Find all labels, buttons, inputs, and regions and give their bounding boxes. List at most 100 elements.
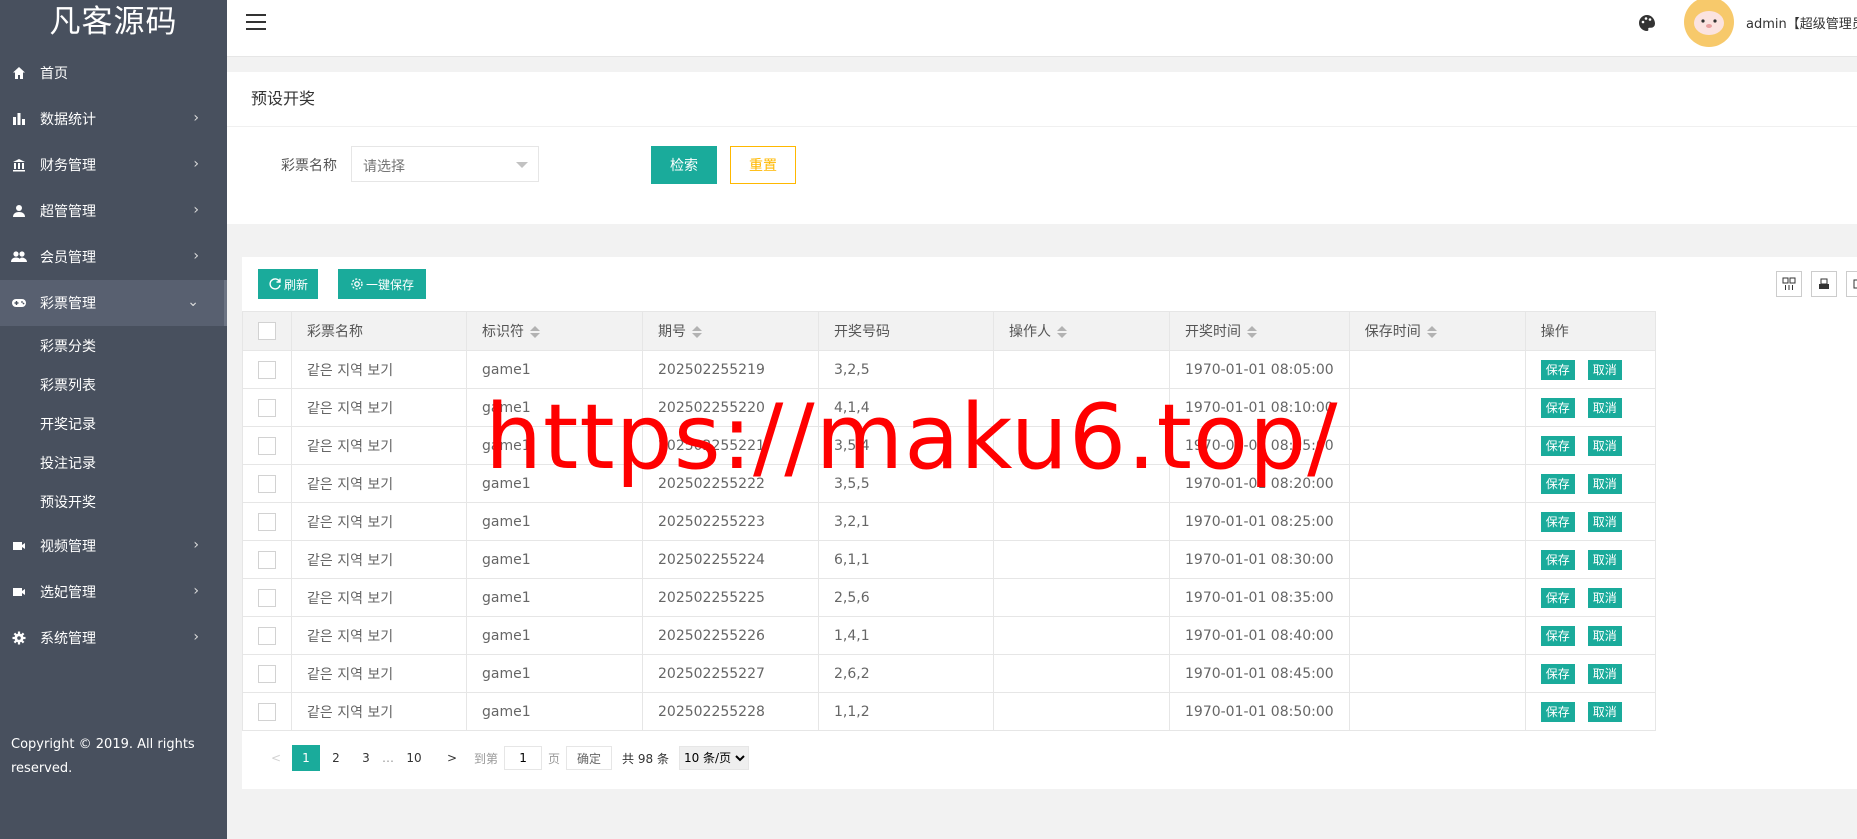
page-button-3[interactable]: 3	[352, 745, 380, 771]
row-checkbox[interactable]	[258, 436, 276, 455]
goto-label: 到第	[474, 751, 499, 766]
columns-filter-icon[interactable]	[1776, 271, 1802, 297]
sidebar-subitem-1[interactable]: 彩票列表	[0, 367, 227, 406]
page-button-last[interactable]: 10	[400, 745, 428, 771]
column-header-label: 操作	[1540, 324, 1569, 340]
cell-name: 같은 지역 보기	[291, 692, 467, 731]
users-icon	[10, 248, 28, 266]
column-header-operator[interactable]: 操作人	[993, 311, 1170, 351]
sidebar-item-0[interactable]: 首页	[0, 50, 227, 96]
row-save-button[interactable]: 保存	[1540, 625, 1575, 646]
sidebar-item-after-2[interactable]: 系统管理 ›	[0, 615, 227, 661]
row-checkbox[interactable]	[258, 626, 276, 645]
row-checkbox[interactable]	[258, 664, 276, 683]
sidebar-item-label: 数据统计	[40, 112, 96, 128]
sidebar-subitem-2[interactable]: 开奖记录	[0, 406, 227, 445]
sidebar-item-3[interactable]: 超管管理 ›	[0, 188, 227, 234]
row-select-cell	[242, 654, 292, 693]
cell-period: 202502255224	[642, 540, 819, 579]
column-header-save-time[interactable]: 保存时间	[1348, 311, 1526, 351]
row-cancel-button[interactable]: 取消	[1587, 359, 1622, 380]
avatar[interactable]	[1684, 0, 1734, 47]
sort-icon[interactable]	[692, 325, 702, 339]
goto-page-input[interactable]	[504, 746, 543, 770]
row-actions-cell: 保存 取消	[1524, 502, 1656, 541]
save-all-button[interactable]: 一键保存	[338, 269, 427, 299]
row-cancel-button[interactable]: 取消	[1587, 587, 1622, 608]
row-checkbox[interactable]	[258, 588, 276, 607]
row-save-button[interactable]: 保存	[1540, 397, 1575, 418]
search-button[interactable]: 检索	[651, 146, 717, 184]
search-panel: 预设开奖 彩票名称 请选择 检索 重置	[227, 72, 1857, 224]
column-header-period[interactable]: 期号	[642, 311, 819, 351]
row-cancel-button[interactable]: 取消	[1587, 701, 1622, 722]
next-page-button[interactable]: >	[438, 745, 466, 771]
row-save-button[interactable]: 保存	[1540, 359, 1575, 380]
menu-toggle-icon[interactable]	[246, 14, 266, 30]
row-checkbox[interactable]	[258, 360, 276, 379]
row-cancel-button[interactable]: 取消	[1587, 663, 1622, 684]
sort-icon[interactable]	[1426, 325, 1437, 339]
goto-confirm-button[interactable]: 确定	[566, 746, 613, 770]
column-header-draw-time[interactable]: 开奖时间	[1169, 311, 1350, 351]
row-save-button[interactable]: 保存	[1540, 511, 1575, 532]
user-name[interactable]: admin【超级管理员】	[1746, 13, 1857, 32]
prev-page-button[interactable]: <	[262, 745, 290, 771]
sidebar-subitem-0[interactable]: 彩票分类	[0, 328, 227, 367]
row-save-button[interactable]: 保存	[1540, 663, 1575, 684]
sort-icon[interactable]	[1247, 325, 1257, 339]
sidebar-item-after-0[interactable]: 视频管理 ›	[0, 523, 227, 569]
reset-button[interactable]: 重置	[730, 146, 796, 184]
row-checkbox[interactable]	[258, 550, 276, 569]
cell-operator	[993, 502, 1170, 541]
cell-draw-time: 1970-01-01 08:50:00	[1169, 692, 1350, 731]
row-checkbox[interactable]	[258, 702, 276, 721]
row-checkbox[interactable]	[258, 512, 276, 531]
lottery-name-select[interactable]: 请选择	[351, 146, 539, 182]
page-button-1[interactable]: 1	[292, 745, 320, 771]
header-select-all[interactable]	[242, 311, 292, 351]
row-cancel-button[interactable]: 取消	[1587, 549, 1622, 570]
export-icon[interactable]	[1811, 271, 1837, 297]
row-cancel-button[interactable]: 取消	[1587, 435, 1622, 456]
sidebar-item-after-1[interactable]: 选妃管理 ›	[0, 569, 227, 615]
refresh-button[interactable]: 刷新	[258, 269, 319, 299]
cell-name: 같은 지역 보기	[291, 616, 467, 655]
cell-name: 같은 지역 보기	[291, 426, 467, 465]
sidebar-item-1[interactable]: 数据统计 ›	[0, 96, 227, 142]
sidebar-subitem-3[interactable]: 投注记录	[0, 445, 227, 484]
cell-draw-time: 1970-01-01 08:25:00	[1169, 502, 1350, 541]
table-header-row: 彩票名称 标识符 期号 开奖号码 操作人 开奖时间 保存时间 操作	[242, 311, 1656, 351]
row-cancel-button[interactable]: 取消	[1587, 473, 1622, 494]
sidebar-item-4[interactable]: 会员管理 ›	[0, 234, 227, 280]
sidebar-item-label: 选妃管理	[40, 585, 96, 601]
sidebar-item-5[interactable]: 彩票管理 ⌄	[0, 280, 227, 326]
row-save-button[interactable]: 保存	[1540, 701, 1575, 722]
page-button-2[interactable]: 2	[322, 745, 350, 771]
column-header-identifier[interactable]: 标识符	[466, 311, 643, 351]
palette-icon[interactable]	[1637, 13, 1657, 33]
cell-draw-time: 1970-01-01 08:40:00	[1169, 616, 1350, 655]
cell-numbers: 2,5,6	[818, 578, 994, 617]
page-size-select[interactable]: 10 条/页	[678, 746, 749, 770]
cell-id: game1	[466, 502, 643, 541]
sidebar-item-label: 会员管理	[40, 250, 96, 266]
select-all-checkbox[interactable]	[258, 322, 276, 340]
row-checkbox[interactable]	[258, 398, 276, 417]
cell-numbers: 3,2,5	[818, 350, 994, 389]
row-save-button[interactable]: 保存	[1540, 587, 1575, 608]
sidebar-item-2[interactable]: 财务管理 ›	[0, 142, 227, 188]
row-cancel-button[interactable]: 取消	[1587, 625, 1622, 646]
row-save-button[interactable]: 保存	[1540, 473, 1575, 494]
row-actions-cell: 保存 取消	[1524, 540, 1656, 579]
row-save-button[interactable]: 保存	[1540, 549, 1575, 570]
sidebar-subitem-4[interactable]: 预设开奖	[0, 484, 227, 523]
row-actions-cell: 保存 取消	[1524, 654, 1656, 693]
row-save-button[interactable]: 保存	[1540, 435, 1575, 456]
row-checkbox[interactable]	[258, 474, 276, 493]
sort-icon[interactable]	[530, 325, 540, 339]
row-cancel-button[interactable]: 取消	[1587, 511, 1622, 532]
sort-icon[interactable]	[1057, 325, 1067, 339]
print-icon[interactable]	[1846, 271, 1857, 297]
row-cancel-button[interactable]: 取消	[1587, 397, 1622, 418]
